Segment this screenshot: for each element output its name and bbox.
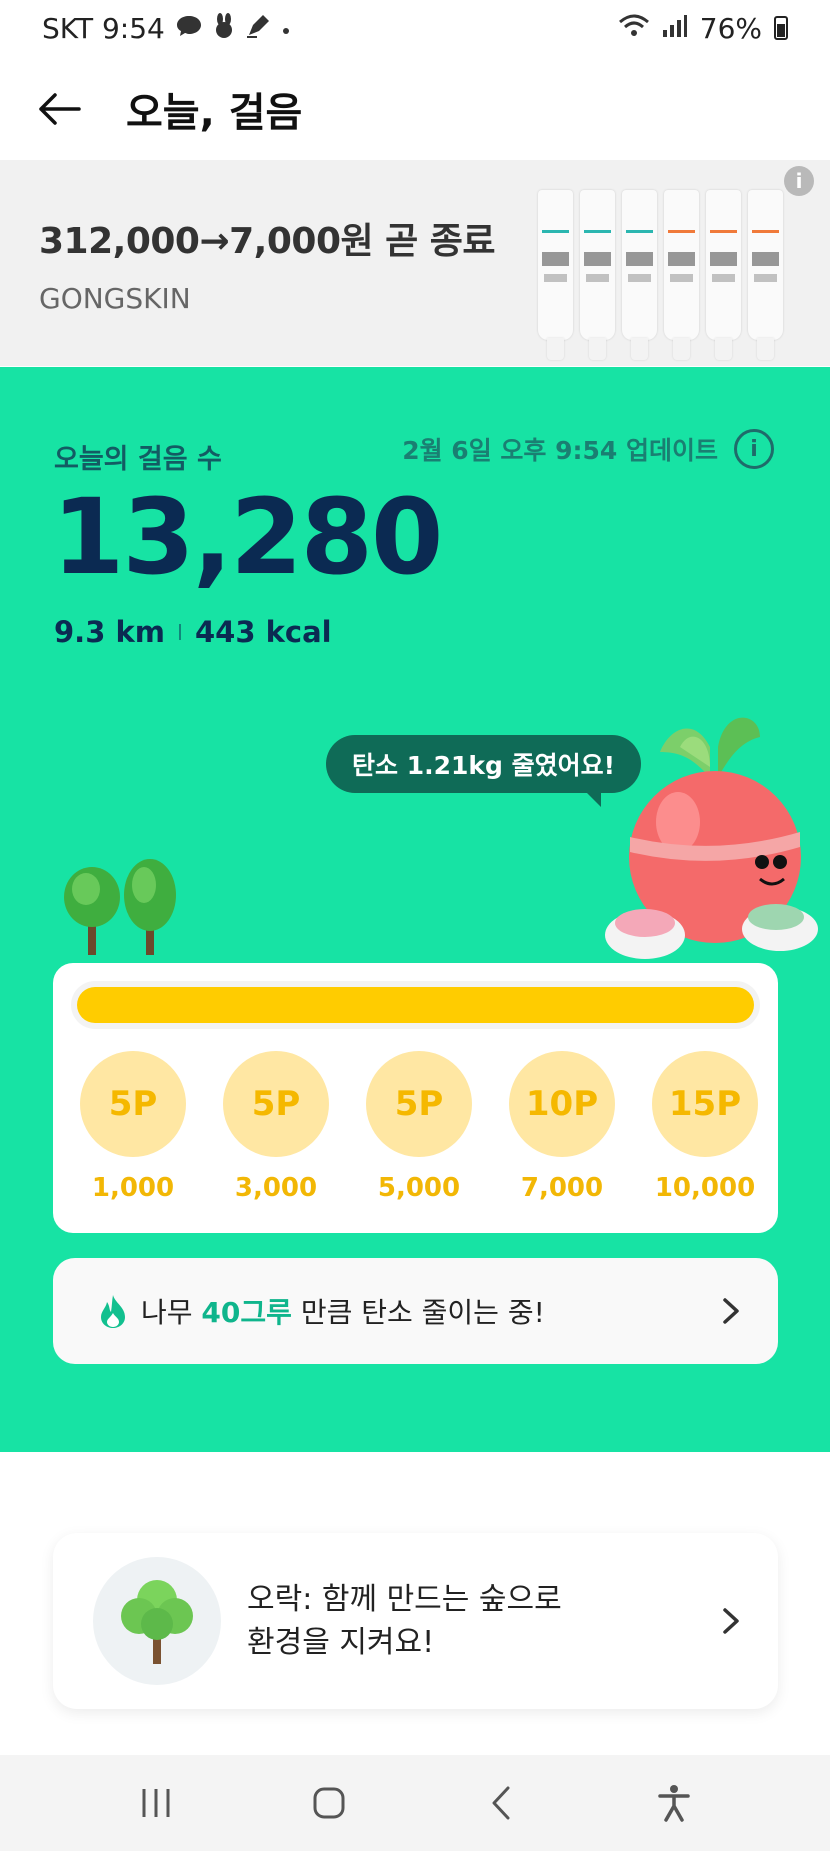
product-tube xyxy=(622,190,657,360)
info-icon[interactable]: i xyxy=(734,429,774,469)
signal-icon xyxy=(662,14,688,42)
calories: 443 kcal xyxy=(194,615,332,649)
point-coin: 5P xyxy=(366,1051,472,1157)
status-left: SKT 9:54 xyxy=(42,12,291,45)
progress-fill xyxy=(77,987,754,1023)
progress-track xyxy=(71,981,760,1029)
system-nav-bar xyxy=(0,1755,830,1851)
recent-apps-icon xyxy=(142,1789,170,1817)
distance: 9.3 km xyxy=(54,615,165,649)
pen-icon xyxy=(245,13,271,43)
milestone-steps: 7,000 xyxy=(520,1173,604,1203)
chat-icon xyxy=(175,14,203,42)
tree-icon xyxy=(93,1557,221,1685)
milestone-steps: 10,000 xyxy=(654,1173,756,1203)
dot-icon xyxy=(281,16,291,40)
forest-line-1: 오락: 함께 만드는 숲으로 xyxy=(247,1581,562,1617)
product-tube xyxy=(706,190,741,360)
steps-count: 13,280 xyxy=(52,476,443,598)
chevron-right-icon xyxy=(716,1606,746,1636)
flame-icon xyxy=(101,1295,125,1328)
point-coin: 5P xyxy=(80,1051,186,1157)
tree-count: 40그루 xyxy=(201,1296,292,1329)
product-tube xyxy=(580,190,615,360)
update-time: 2월 6일 오후 9:54 업데이트 xyxy=(402,436,718,465)
point-coin: 5P xyxy=(223,1051,329,1157)
chevron-right-icon xyxy=(716,1296,746,1326)
battery-percent: 76% xyxy=(699,11,762,45)
point-coin: 10P xyxy=(509,1051,615,1157)
recent-apps-button[interactable] xyxy=(126,1773,186,1833)
forest-text: 오락: 함께 만드는 숲으로 환경을 지켜요! xyxy=(247,1578,716,1665)
battery-icon xyxy=(774,16,788,40)
milestone-steps: 3,000 xyxy=(234,1173,318,1203)
milestone-steps: 5,000 xyxy=(377,1173,461,1203)
tree-suffix: 만큼 탄소 줄이는 중! xyxy=(291,1296,545,1329)
milestone-steps: 1,000 xyxy=(91,1173,175,1203)
milestone-item[interactable]: 5P 5,000 xyxy=(365,1051,473,1203)
forest-card[interactable]: 오락: 함께 만드는 숲으로 환경을 지켜요! xyxy=(53,1533,778,1709)
rabbit-icon xyxy=(213,13,235,43)
info-icon[interactable]: i xyxy=(784,166,814,196)
ad-product-image xyxy=(538,190,783,360)
accessibility-button[interactable] xyxy=(644,1773,704,1833)
update-row: 2월 6일 오후 9:54 업데이트 i xyxy=(402,429,774,469)
steps-label: 오늘의 걸음 수 xyxy=(54,444,222,475)
milestone-item[interactable]: 10P 7,000 xyxy=(508,1051,616,1203)
arrow-left-icon xyxy=(39,93,81,125)
carbon-speech-bubble: 탄소 1.21kg 줄였어요! xyxy=(326,735,642,807)
tree-prefix: 나무 xyxy=(141,1296,202,1329)
product-tube xyxy=(538,190,573,360)
carrier-time: SKT 9:54 xyxy=(42,11,165,45)
home-icon xyxy=(313,1787,345,1819)
wifi-icon xyxy=(618,14,650,42)
home-button[interactable] xyxy=(299,1773,359,1833)
page-title: 오늘, 걸음 xyxy=(126,90,303,136)
milestones: 5P 1,000 5P 3,000 5P 5,000 10P 7,000 15P… xyxy=(79,1051,759,1203)
milestone-item[interactable]: 5P 1,000 xyxy=(79,1051,187,1203)
app-bar: 오늘, 걸음 xyxy=(0,64,830,154)
point-coin: 15P xyxy=(652,1051,758,1157)
accessibility-icon xyxy=(658,1785,690,1822)
progress-card: 5P 1,000 5P 3,000 5P 5,000 10P 7,000 15P… xyxy=(53,963,778,1233)
divider xyxy=(178,624,181,640)
tree-count-text: 나무 40그루 만큼 탄소 줄이는 중! xyxy=(141,1291,716,1331)
tree-count-card[interactable]: 나무 40그루 만큼 탄소 줄이는 중! xyxy=(53,1258,778,1364)
metrics-row: 9.3 km 443 kcal xyxy=(54,615,332,649)
chevron-left-icon xyxy=(492,1786,510,1820)
milestone-item[interactable]: 5P 3,000 xyxy=(222,1051,330,1203)
product-tube xyxy=(748,190,783,360)
back-button[interactable] xyxy=(34,84,84,134)
status-bar: SKT 9:54 76% xyxy=(0,0,830,56)
steps-panel: 오늘의 걸음 수 2월 6일 오후 9:54 업데이트 i 13,280 9.3… xyxy=(0,367,830,1452)
status-right: 76% xyxy=(618,12,788,45)
forest-line-2: 환경을 지켜요! xyxy=(247,1625,435,1660)
trees-illustration xyxy=(64,859,176,955)
product-tube xyxy=(664,190,699,360)
mascot-illustration xyxy=(605,717,818,959)
back-nav-button[interactable] xyxy=(471,1773,531,1833)
milestone-item[interactable]: 15P 10,000 xyxy=(651,1051,759,1203)
